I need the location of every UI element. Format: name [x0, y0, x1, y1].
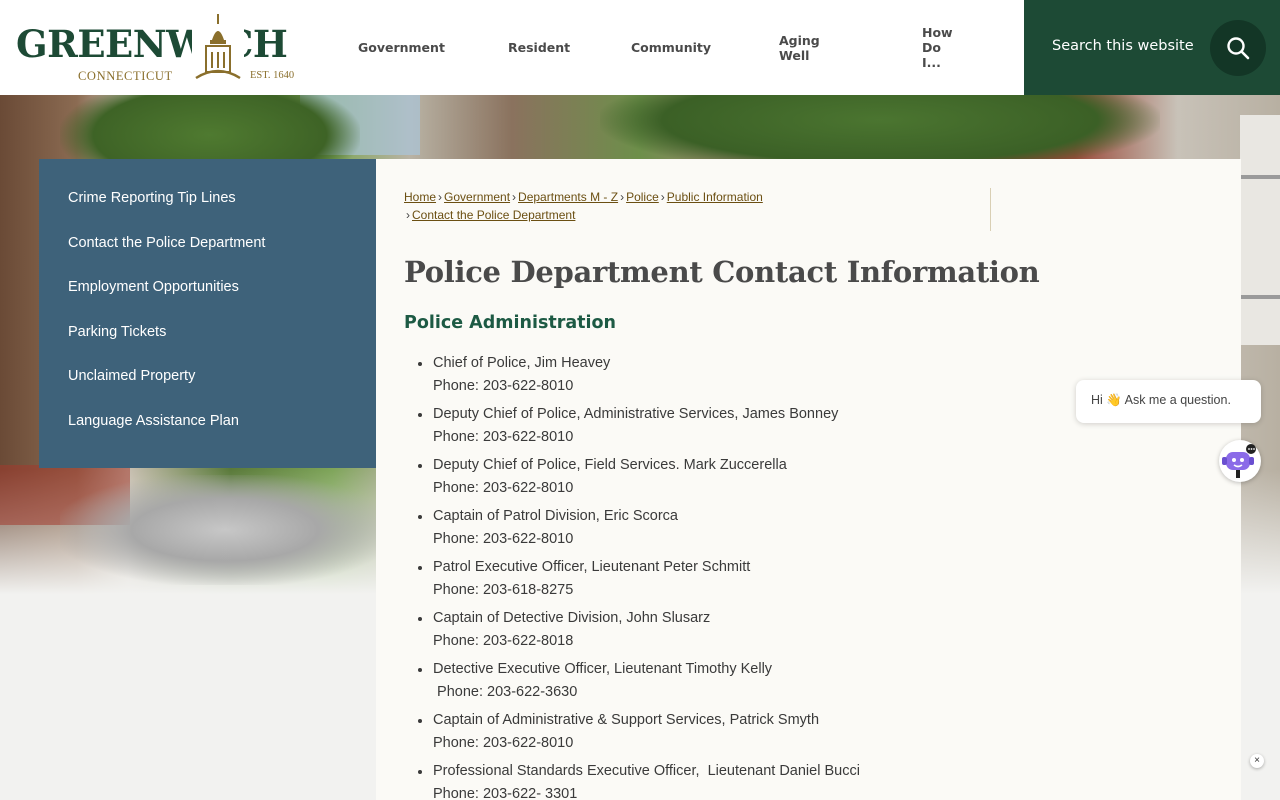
logo-subtitle: CONNECTICUT [78, 69, 173, 83]
sidebar-item-language-assistance[interactable]: Language Assistance Plan [39, 410, 376, 455]
contact-phone: Phone: 203-622-8010 [433, 429, 574, 445]
greenwich-logo[interactable]: GREENWICH CONNECTICUT EST. 1640 [14, 12, 299, 86]
contact-phone: Phone: 203-622-8010 [433, 531, 574, 547]
breadcrumb-departments[interactable]: Departments M - Z [518, 190, 618, 204]
chatbot-launcher[interactable] [1219, 440, 1261, 482]
chat-close-button[interactable]: × [1250, 754, 1264, 768]
contact-phone: Phone: 203-622-8010 [433, 480, 574, 496]
contact-name: Captain of Patrol Division, Eric Scorca [433, 508, 678, 524]
nav-government[interactable]: Government [358, 40, 445, 55]
chat-bubble[interactable]: Hi 👋 Ask me a question. × [1076, 380, 1264, 768]
search-panel: Search this website [1024, 0, 1280, 95]
main-content: Home › Government › Departments M - Z › Police… [376, 159, 1241, 800]
page-title: Police Department Contact Information [404, 255, 1040, 289]
contact-phone: Phone: 203-622- 3301 [433, 786, 578, 800]
contact-phone: Phone: 203-622-8018 [433, 633, 574, 649]
contact-name: Professional Standards Executive Officer… [433, 763, 860, 779]
logo-established: EST. 1640 [250, 70, 295, 81]
contact-name: Patrol Executive Officer, Lieutenant Pet… [433, 559, 751, 575]
nav-aging-well[interactable]: Aging Well [779, 33, 820, 63]
breadcrumb-divider [990, 188, 991, 231]
breadcrumb-separator: › [620, 190, 625, 204]
section-title: Police Administration [404, 313, 617, 333]
contact-name: Detective Executive Officer, Lieutenant … [433, 661, 773, 677]
breadcrumb-separator: › [512, 190, 517, 204]
contact-name: Chief of Police, Jim Heavey [433, 355, 611, 371]
nav-resident[interactable]: Resident [508, 40, 570, 55]
logo-wordmark: GREENWICH [16, 22, 288, 66]
sidebar-item-crime-tip-lines[interactable]: Crime Reporting Tip Lines [39, 187, 376, 232]
breadcrumb-police[interactable]: Police [626, 190, 659, 204]
contact-name: Deputy Chief of Police, Administrative S… [433, 406, 839, 422]
contact-phone: Phone: 203-618-8275 [433, 582, 574, 598]
town-hall-dome-icon [192, 12, 244, 82]
search-icon [1227, 37, 1250, 60]
sidebar-item-contact-police[interactable]: Contact the Police Department [39, 232, 376, 277]
contact-phone: Phone: 203-622-8010 [433, 735, 574, 751]
list-item: Captain of Administrative & Support Serv… [414, 709, 1014, 755]
search-input[interactable]: Search this website [1052, 38, 1194, 54]
breadcrumb-separator: › [438, 190, 443, 204]
list-item: Deputy Chief of Police, Field Services. … [414, 454, 1014, 500]
contact-list: Chief of Police, Jim Heavey Phone: 203-62… [414, 352, 1014, 800]
breadcrumb-contact-police[interactable]: Contact the Police Department [412, 208, 575, 222]
breadcrumb-public-information[interactable]: Public Information [667, 190, 763, 204]
hero-cars [60, 475, 390, 585]
breadcrumb-home[interactable]: Home [404, 190, 436, 204]
contact-name: Captain of Administrative & Support Serv… [433, 712, 820, 728]
contact-phone: Phone: 203-622-3630 [433, 684, 578, 700]
list-item: Professional Standards Executive Officer… [414, 760, 1014, 800]
contact-phone: Phone: 203-622-8010 [433, 378, 574, 394]
site-header: GREENWICH CONNECTICUT EST. 1640 Governme… [0, 0, 1280, 95]
list-item: Deputy Chief of Police, Administrative S… [414, 403, 1014, 449]
list-item: Patrol Executive Officer, Lieutenant Pet… [414, 556, 1014, 602]
nav-community[interactable]: Community [631, 40, 711, 55]
hero-windows [1240, 115, 1280, 345]
nav-how-do-i[interactable]: How Do I... [922, 25, 953, 70]
list-item: Captain of Detective Division, John Slus… [414, 607, 1014, 653]
breadcrumb-government[interactable]: Government [444, 190, 510, 204]
breadcrumb: Home › Government › Departments M - Z › Police… [404, 188, 984, 224]
chat-message: Hi 👋 Ask me a question. [1091, 393, 1231, 407]
list-item: Captain of Patrol Division, Eric Scorca P… [414, 505, 1014, 551]
contact-name: Deputy Chief of Police, Field Services. … [433, 457, 787, 473]
robot-icon [1222, 444, 1256, 478]
breadcrumb-separator: › [660, 190, 665, 204]
sidebar-nav: Crime Reporting Tip Lines Contact the Po… [39, 159, 376, 468]
list-item: Chief of Police, Jim Heavey Phone: 203-62… [414, 352, 1014, 398]
search-button[interactable] [1210, 20, 1266, 76]
contact-name: Captain of Detective Division, John Slus… [433, 610, 711, 626]
sidebar-item-employment[interactable]: Employment Opportunities [39, 276, 376, 321]
breadcrumb-separator: › [406, 208, 410, 222]
sidebar-item-parking-tickets[interactable]: Parking Tickets [39, 321, 376, 366]
sidebar-item-unclaimed-property[interactable]: Unclaimed Property [39, 365, 376, 410]
list-item: Detective Executive Officer, Lieutenant … [414, 658, 1014, 704]
